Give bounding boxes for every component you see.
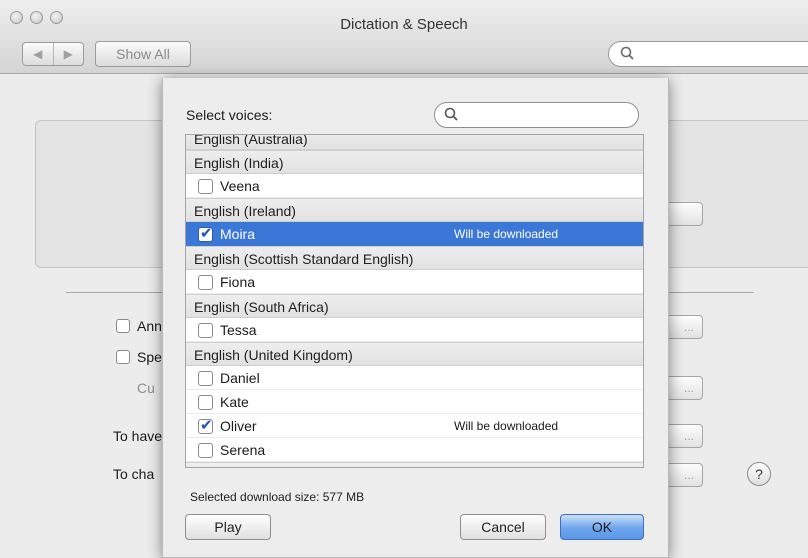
voice-row[interactable]: Daniel	[186, 366, 643, 390]
voice-checkbox[interactable]	[198, 222, 213, 246]
select-voices-sheet: Select voices: English (Australia) Englis…	[162, 78, 669, 558]
voice-row[interactable]: Oliver Will be downloaded	[186, 414, 643, 438]
voice-checkbox[interactable]	[198, 414, 213, 438]
voice-checkbox[interactable]	[198, 443, 213, 458]
ok-button[interactable]: OK	[560, 514, 644, 540]
to-change-label: To cha	[113, 466, 155, 482]
download-status: Will be downloaded	[454, 419, 559, 433]
announce-label: Ann	[137, 318, 162, 334]
voice-group-label: English (India)	[194, 155, 284, 171]
voice-name: Veena	[220, 178, 260, 194]
select-voices-label: Select voices:	[186, 107, 273, 123]
back-arrow-icon[interactable]: ◀	[23, 43, 54, 65]
voice-name: Moira	[220, 226, 256, 242]
back-forward-control[interactable]: ◀ ▶	[22, 42, 84, 66]
voice-row[interactable]: Veena	[186, 174, 643, 198]
voice-group-label: English (South Africa)	[194, 299, 329, 315]
to-change-options-button[interactable]: ...	[665, 463, 703, 487]
voice-row[interactable]: Moira Will be downloaded	[186, 222, 643, 246]
voice-group-label: English (United Kingdom)	[194, 347, 353, 363]
voice-row[interactable]: Serena	[186, 438, 643, 462]
help-button[interactable]: ?	[747, 462, 771, 486]
window-titlebar: Dictation & Speech ◀ ▶ Show All	[0, 0, 808, 74]
voice-group-header: English (United States) — Female	[186, 462, 643, 468]
forward-arrow-icon[interactable]: ▶	[54, 43, 84, 65]
cancel-button[interactable]: Cancel	[460, 514, 546, 540]
voice-name: Oliver	[220, 418, 257, 434]
voice-group-header: English (Australia)	[186, 134, 643, 150]
voice-name: Kate	[220, 394, 249, 410]
voice-name: Serena	[220, 442, 266, 458]
speak-label: Spe	[137, 349, 162, 365]
search-icon	[444, 107, 458, 121]
voice-search-field[interactable]	[434, 102, 639, 128]
voice-checkbox[interactable]	[198, 275, 213, 290]
to-have-options-button[interactable]: ...	[665, 424, 703, 448]
announce-options-button[interactable]: ...	[665, 315, 703, 339]
voice-group-label: English (Australia)	[194, 134, 308, 147]
voice-group-header: English (Scottish Standard English)	[186, 246, 643, 270]
voice-row[interactable]: Kate	[186, 390, 643, 414]
current-label: Cu	[137, 380, 155, 396]
download-status: Will be downloaded	[454, 227, 559, 241]
voice-checkbox[interactable]	[198, 371, 213, 386]
voice-group-label: English (United States) — Female	[194, 467, 406, 468]
voice-name: Daniel	[220, 370, 260, 386]
voice-list[interactable]: English (Australia) English (India) Veena E…	[185, 134, 644, 468]
voice-checkbox[interactable]	[198, 395, 213, 410]
voice-group-header: English (Ireland)	[186, 198, 643, 222]
speak-checkbox[interactable]	[116, 350, 130, 364]
voice-checkbox[interactable]	[198, 179, 213, 194]
voice-name: Fiona	[220, 274, 256, 290]
search-icon	[620, 46, 634, 60]
show-all-button[interactable]: Show All	[95, 41, 191, 67]
current-options-button[interactable]: ...	[665, 376, 703, 400]
voice-group-header: English (India)	[186, 150, 643, 174]
voice-group-label: English (Scottish Standard English)	[194, 251, 414, 267]
to-have-label: To have	[113, 428, 163, 444]
voice-group-label: English (Ireland)	[194, 203, 296, 219]
play-button[interactable]: Play	[185, 514, 271, 540]
voice-row[interactable]: Fiona	[186, 270, 643, 294]
voice-group-header: English (United Kingdom)	[186, 342, 643, 366]
download-size-text: Selected download size: 577 MB	[190, 490, 365, 504]
window-search-field[interactable]	[608, 41, 808, 67]
announce-checkbox[interactable]	[116, 319, 130, 333]
voice-row[interactable]: Tessa	[186, 318, 643, 342]
voice-group-header: English (South Africa)	[186, 294, 643, 318]
window-title: Dictation & Speech	[340, 16, 468, 33]
background-button[interactable]	[665, 202, 703, 226]
voice-checkbox[interactable]	[198, 323, 213, 338]
voice-name: Tessa	[220, 322, 257, 338]
